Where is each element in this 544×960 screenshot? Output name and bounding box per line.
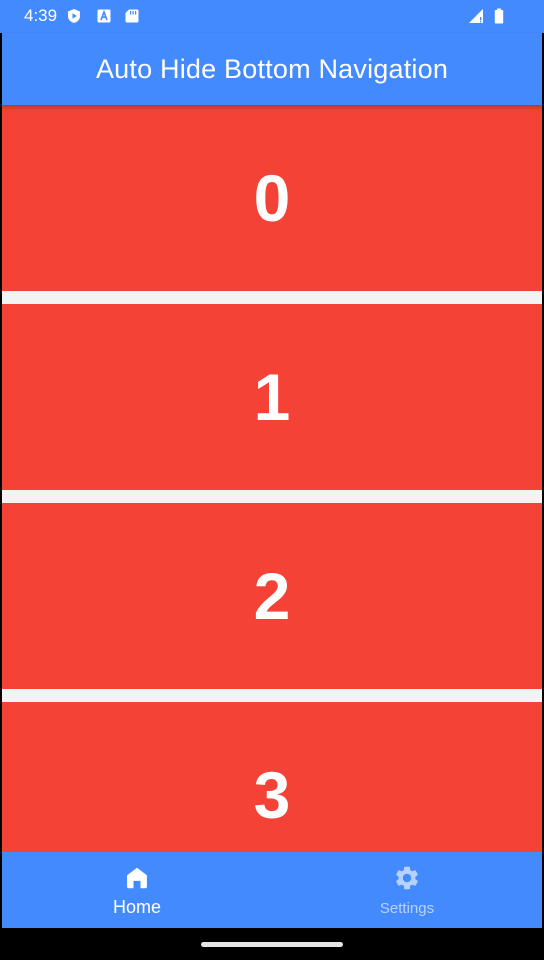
- status-time: 4:39: [24, 6, 58, 25]
- list-item[interactable]: 3: [2, 702, 542, 852]
- gear-icon: [396, 866, 418, 890]
- nav-label-settings: Settings: [379, 900, 435, 917]
- gesture-handle[interactable]: [201, 942, 343, 947]
- scroll-list[interactable]: 0 1 2 3: [2, 105, 542, 852]
- app-screen: 4:39 Auto Hide Bottom Navigation 0 1 2 3…: [0, 0, 544, 960]
- app-title: Auto Hide Bottom Navigation: [95, 53, 449, 84]
- status-bar: 4:39: [0, 0, 544, 33]
- nav-label-home: Home: [112, 897, 161, 917]
- list-item-label: 3: [253, 758, 291, 832]
- list-item-label: 1: [253, 360, 291, 434]
- app-bar: Auto Hide Bottom Navigation: [2, 33, 542, 105]
- bottom-navigation: Home Settings: [2, 852, 542, 928]
- home-icon: [127, 867, 147, 889]
- play-protect-icon: [68, 9, 80, 23]
- list-item[interactable]: 1: [2, 304, 542, 490]
- battery-icon: [494, 8, 504, 24]
- list-item[interactable]: 0: [2, 105, 542, 291]
- accessibility-icon: [97, 9, 111, 23]
- list-item-label: 2: [253, 559, 291, 633]
- nav-item-home[interactable]: Home: [2, 852, 272, 928]
- nav-item-settings[interactable]: Settings: [272, 852, 542, 928]
- sd-card-icon: [125, 9, 139, 23]
- list-item-label: 0: [253, 161, 291, 235]
- list-item[interactable]: 2: [2, 503, 542, 689]
- cell-signal-icon: [469, 9, 483, 23]
- system-navigation-bar: [0, 928, 544, 960]
